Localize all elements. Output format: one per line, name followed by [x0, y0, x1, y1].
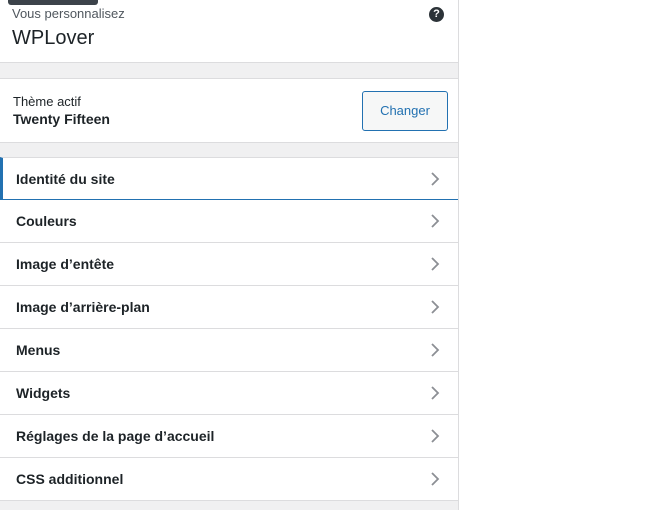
- chevron-right-icon: [428, 256, 442, 272]
- section-homepage-settings[interactable]: Réglages de la page d’accueil: [0, 415, 458, 458]
- chevron-right-icon: [428, 385, 442, 401]
- section-label: Identité du site: [16, 171, 115, 187]
- section-header-image[interactable]: Image d’entête: [0, 243, 458, 286]
- customizer-sidebar: Vous personnalisez WPLover ? Thème actif…: [0, 0, 459, 510]
- section-additional-css[interactable]: CSS additionnel: [0, 458, 458, 501]
- customizing-lead: Vous personnalisez: [12, 6, 125, 21]
- customizing-header: Vous personnalisez WPLover ?: [0, 0, 458, 63]
- section-label: Image d’entête: [16, 256, 115, 272]
- section-colors[interactable]: Couleurs: [0, 200, 458, 243]
- active-theme-section: Thème actif Twenty Fifteen Changer: [0, 78, 458, 143]
- section-site-identity[interactable]: Identité du site: [0, 157, 458, 200]
- chevron-right-icon: [428, 299, 442, 315]
- section-widgets[interactable]: Widgets: [0, 372, 458, 415]
- tooltip-fragment: [8, 0, 98, 5]
- section-label: Couleurs: [16, 213, 77, 229]
- section-label: Image d’arrière-plan: [16, 299, 150, 315]
- site-title: WPLover: [12, 27, 95, 49]
- section-label: CSS additionnel: [16, 471, 124, 487]
- chevron-right-icon: [428, 428, 442, 444]
- section-label: Menus: [16, 342, 61, 358]
- help-icon[interactable]: ?: [429, 7, 444, 22]
- section-label: Réglages de la page d’accueil: [16, 428, 215, 444]
- chevron-right-icon: [428, 213, 442, 229]
- change-theme-button[interactable]: Changer: [362, 91, 448, 131]
- section-menus[interactable]: Menus: [0, 329, 458, 372]
- section-background-image[interactable]: Image d’arrière-plan: [0, 286, 458, 329]
- chevron-right-icon: [428, 471, 442, 487]
- active-theme-name: Twenty Fifteen: [13, 111, 110, 127]
- chevron-right-icon: [428, 171, 442, 187]
- preview-area: [459, 0, 654, 510]
- customizer-sections: Identité du site Couleurs Image d’entête…: [0, 157, 458, 501]
- section-label: Widgets: [16, 385, 71, 401]
- active-theme-label: Thème actif: [13, 94, 81, 109]
- chevron-right-icon: [428, 342, 442, 358]
